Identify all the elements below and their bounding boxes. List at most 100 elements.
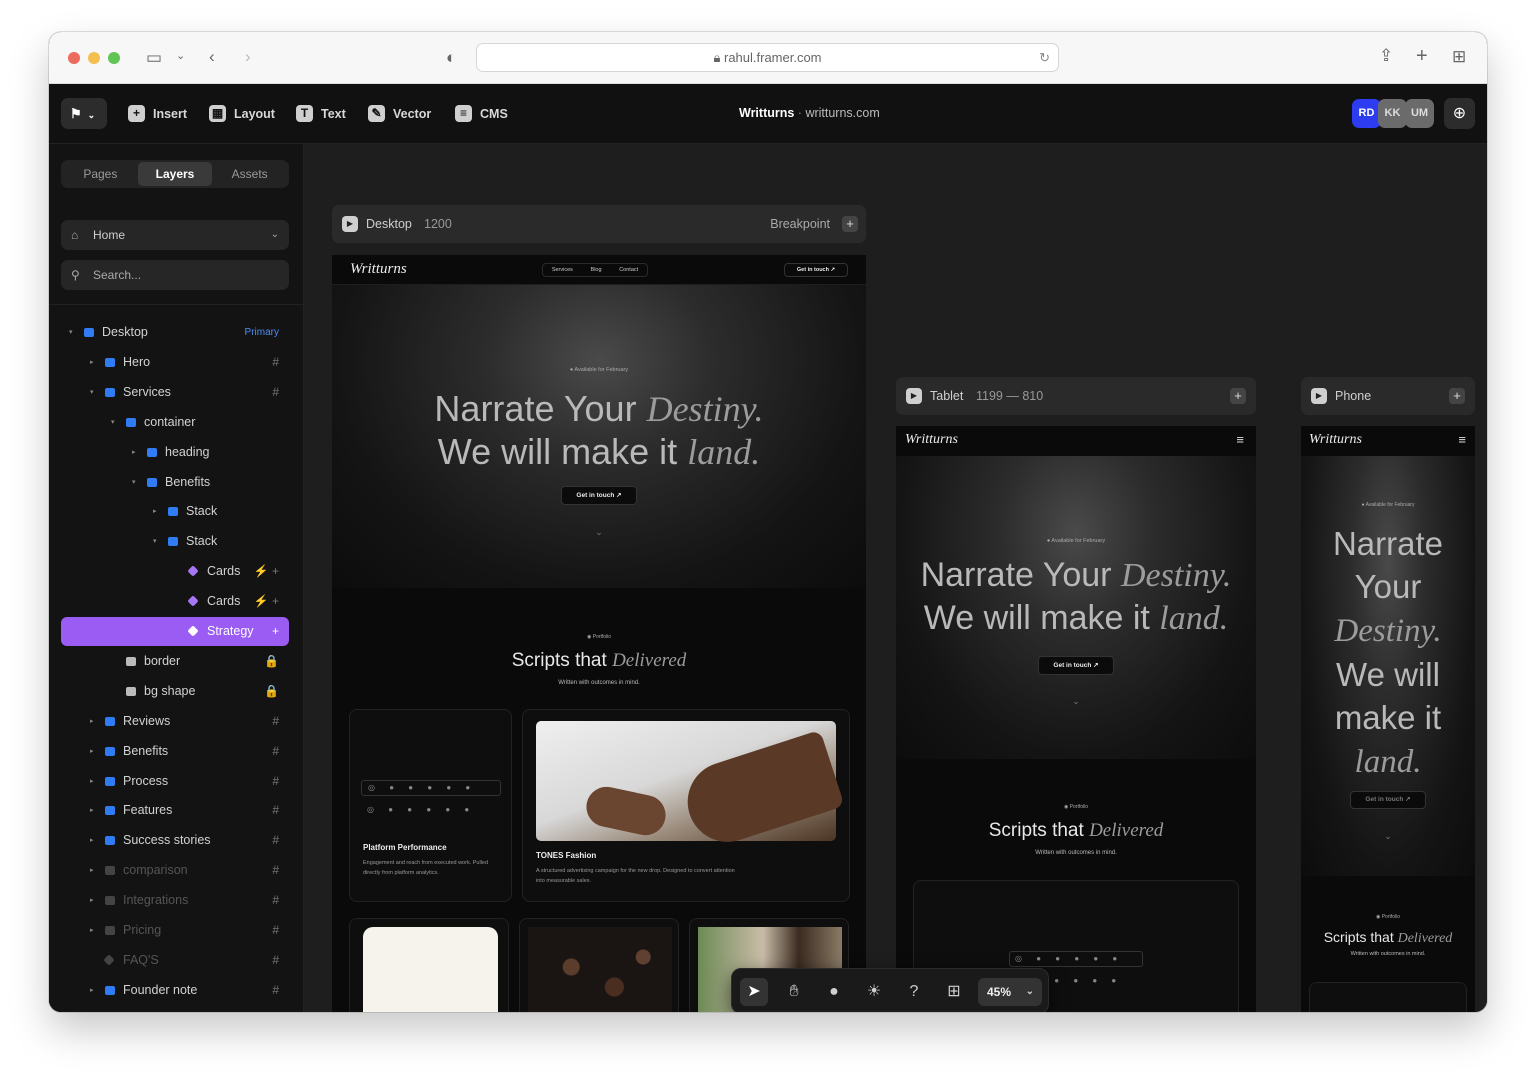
tab-assets[interactable]: Assets — [212, 162, 287, 186]
layer-row[interactable]: bg shape 🔒 — [61, 677, 289, 706]
layer-row[interactable]: ▸ Reviews # — [61, 707, 289, 736]
layer-row[interactable]: ▾ Services # — [61, 378, 289, 407]
layers-search-input[interactable]: ⚲ Search... — [61, 260, 289, 290]
caret-right-icon[interactable]: ▸ — [90, 707, 94, 736]
hamburger-icon[interactable]: ≡ — [1458, 432, 1466, 447]
reload-icon[interactable]: ↻ — [1039, 44, 1050, 71]
caret-down-icon[interactable]: ▾ — [90, 378, 94, 407]
comment-icon[interactable]: ● — [820, 978, 848, 1006]
layer-row[interactable]: border 🔒 — [61, 647, 289, 676]
layer-row[interactable]: ▾ Benefits — [61, 468, 289, 497]
caret-down-icon[interactable]: ▾ — [69, 318, 73, 347]
tab-layers[interactable]: Layers — [137, 162, 213, 186]
tablet-breakpoint-header[interactable]: ▶ Tablet 1199 — 810 + — [896, 377, 1256, 415]
nav-cta-button[interactable]: Get in touch ↗ — [784, 263, 848, 277]
brightness-icon[interactable]: ☀ — [860, 978, 888, 1006]
layer-row[interactable]: ▸ Founder note # — [61, 976, 289, 1005]
layer-row[interactable]: ▾ container — [61, 408, 289, 437]
play-icon[interactable]: ▶ — [906, 388, 922, 404]
nav-services[interactable]: Services — [552, 264, 573, 276]
caret-right-icon[interactable]: ▸ — [153, 497, 157, 526]
portfolio-card[interactable] — [1309, 982, 1467, 1012]
layer-row[interactable]: Cards ⚡ + — [61, 557, 289, 586]
page-select[interactable]: ⌂ Home ⌄ — [61, 220, 289, 250]
nav-blog[interactable]: Blog — [591, 264, 602, 276]
avatar-rd[interactable]: RD — [1352, 99, 1381, 128]
sidebar-toggle-icon[interactable]: ▭ — [146, 49, 162, 66]
nav-contact[interactable]: Contact — [619, 264, 638, 276]
select-tool-icon[interactable]: ➤ — [740, 978, 768, 1006]
caret-right-icon[interactable]: ▸ — [90, 796, 94, 825]
layer-row[interactable]: ▾ Desktop Primary — [61, 318, 289, 347]
layer-row[interactable]: ▾ Stack — [61, 527, 289, 556]
coffee-beans-card[interactable] — [519, 918, 679, 1012]
layer-row[interactable]: FAQ'S # — [61, 946, 289, 975]
minimize-traffic-light[interactable] — [88, 52, 100, 64]
privacy-shield-icon[interactable]: ◐ — [446, 49, 456, 66]
address-bar[interactable]: 🔒︎ rahul.framer.com ↻ — [476, 43, 1059, 72]
platform-performance-card[interactable]: ◎ ● ● ● ● ● ◎ ● ● ● ● ● Platform Perform… — [349, 709, 512, 902]
insert-button[interactable]: + Insert — [128, 105, 187, 122]
hero-cta-button[interactable]: Get in touch ↗ — [1350, 791, 1426, 809]
hero-cta-button[interactable]: Get in touch ↗ — [1038, 656, 1114, 675]
hand-tool-icon[interactable]: ✋︎ — [780, 978, 808, 1006]
desktop-frame[interactable]: Writturns Services Blog Contact Get in t… — [332, 255, 866, 1012]
layer-row[interactable]: Strategy + — [61, 617, 289, 646]
caret-right-icon[interactable]: ▸ — [90, 976, 94, 1005]
layer-row[interactable]: ▸ Success stories # — [61, 826, 289, 855]
caret-right-icon[interactable]: ▸ — [90, 856, 94, 885]
caret-down-icon[interactable]: ▾ — [153, 527, 157, 556]
zoom-traffic-light[interactable] — [108, 52, 120, 64]
globe-icon[interactable]: ⊕ — [1444, 98, 1475, 129]
add-icon[interactable]: + — [1449, 388, 1465, 404]
grid-icon[interactable]: ⊞ — [940, 978, 968, 1006]
framer-menu-button[interactable]: ⚑ ⌄ — [61, 98, 107, 129]
caret-right-icon[interactable]: ▸ — [90, 737, 94, 766]
tab-overview-icon[interactable]: ⊞ — [1452, 48, 1466, 65]
chevron-down-icon[interactable]: ⌄ — [176, 51, 185, 62]
help-icon[interactable]: ? — [900, 978, 928, 1006]
caret-right-icon[interactable]: ▸ — [90, 886, 94, 915]
project-title[interactable]: Writturns · writturns.com — [739, 106, 880, 120]
layout-button[interactable]: ▦ Layout — [209, 105, 275, 122]
caret-right-icon[interactable]: ▸ — [90, 348, 94, 377]
avatar-um[interactable]: UM — [1405, 99, 1434, 128]
text-button[interactable]: T Text — [296, 105, 346, 122]
vector-button[interactable]: ✎ Vector — [368, 105, 431, 122]
caret-right-icon[interactable]: ▸ — [132, 438, 136, 467]
tablet-frame[interactable]: Writturns ≡ ● Available for February Nar… — [896, 426, 1256, 1012]
new-tab-icon[interactable]: + — [1416, 46, 1428, 66]
layer-row[interactable]: ▸ Pricing # — [61, 916, 289, 945]
breakpoint-label[interactable]: Breakpoint — [770, 205, 830, 243]
layer-row[interactable]: ▸ Benefits # — [61, 737, 289, 766]
add-icon[interactable]: + — [1230, 388, 1246, 404]
desktop-breakpoint-header[interactable]: ▶ Desktop 1200 Breakpoint + — [332, 205, 866, 243]
design-canvas[interactable]: ▶ Desktop 1200 Breakpoint + Writturns Se… — [304, 144, 1487, 1012]
back-icon[interactable]: ‹ — [209, 48, 215, 65]
caret-down-icon[interactable]: ▾ — [111, 408, 115, 437]
tones-fashion-card[interactable]: TONES Fashion A structured advertising c… — [522, 709, 850, 902]
phone-breakpoint-header[interactable]: ▶ Phone + — [1301, 377, 1475, 415]
layer-row[interactable]: ▸ Hero # — [61, 348, 289, 377]
add-breakpoint-icon[interactable]: + — [842, 216, 858, 232]
cms-button[interactable]: ≡ CMS — [455, 105, 508, 122]
caret-right-icon[interactable]: ▸ — [90, 826, 94, 855]
layer-row[interactable]: ▸ heading — [61, 438, 289, 467]
layer-row[interactable]: ▸ Stack — [61, 497, 289, 526]
layer-row[interactable]: ▸ Process # — [61, 767, 289, 796]
zoom-select[interactable]: 45% ⌄ — [978, 978, 1042, 1006]
play-icon[interactable]: ▶ — [342, 216, 358, 232]
layer-row[interactable]: ▸ Integrations # — [61, 886, 289, 915]
hamburger-icon[interactable]: ≡ — [1236, 432, 1244, 447]
layer-row[interactable]: ▸ comparison # — [61, 856, 289, 885]
caret-down-icon[interactable]: ▾ — [132, 468, 136, 497]
tab-pages[interactable]: Pages — [63, 162, 138, 186]
caret-right-icon[interactable]: ▸ — [90, 767, 94, 796]
share-icon[interactable]: ⇪ — [1379, 47, 1393, 64]
forward-icon[interactable]: › — [245, 48, 251, 65]
phone-frame[interactable]: Writturns ≡ ● Available for February Nar… — [1301, 426, 1475, 1012]
caret-right-icon[interactable]: ▸ — [90, 916, 94, 945]
layer-row[interactable]: ▸ Features # — [61, 796, 289, 825]
avatar-kk[interactable]: KK — [1378, 99, 1407, 128]
layer-row[interactable]: Cards ⚡ + — [61, 587, 289, 616]
